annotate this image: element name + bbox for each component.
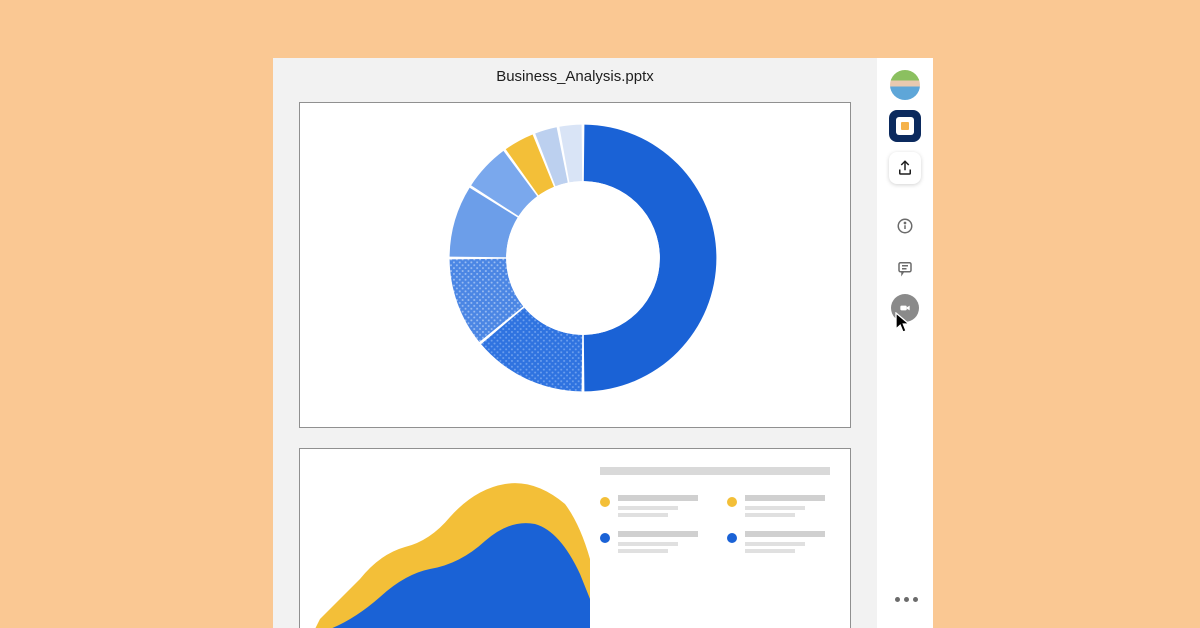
share-button[interactable] — [889, 152, 921, 184]
legend-item — [600, 531, 703, 553]
comment-icon — [896, 259, 914, 277]
legend-dot-icon — [727, 533, 737, 543]
file-preview-window: Business_Analysis.pptx — [273, 58, 933, 628]
filename-label: Business_Analysis.pptx — [273, 68, 877, 85]
legend-dot-icon — [600, 497, 610, 507]
info-icon — [896, 217, 914, 235]
area-chart — [310, 469, 590, 628]
thumbnail-view-button[interactable] — [889, 110, 921, 142]
more-button[interactable] — [893, 597, 919, 602]
legend-dot-icon — [727, 497, 737, 507]
user-avatar[interactable] — [890, 70, 920, 100]
share-icon — [896, 159, 914, 177]
video-button[interactable] — [891, 294, 919, 322]
slide-2-legend — [600, 467, 830, 627]
slide-2[interactable] — [299, 448, 851, 628]
video-icon — [898, 301, 912, 315]
donut-chart — [438, 113, 728, 403]
legend-item — [727, 495, 830, 517]
legend-dot-icon — [600, 533, 610, 543]
slide-1[interactable] — [299, 102, 851, 428]
thumbnail-icon — [896, 117, 914, 135]
legend-item — [727, 531, 830, 553]
right-sidebar — [877, 58, 933, 628]
info-button[interactable] — [889, 210, 921, 242]
comments-button[interactable] — [889, 252, 921, 284]
legend-item — [600, 495, 703, 517]
preview-pane: Business_Analysis.pptx — [273, 58, 877, 628]
